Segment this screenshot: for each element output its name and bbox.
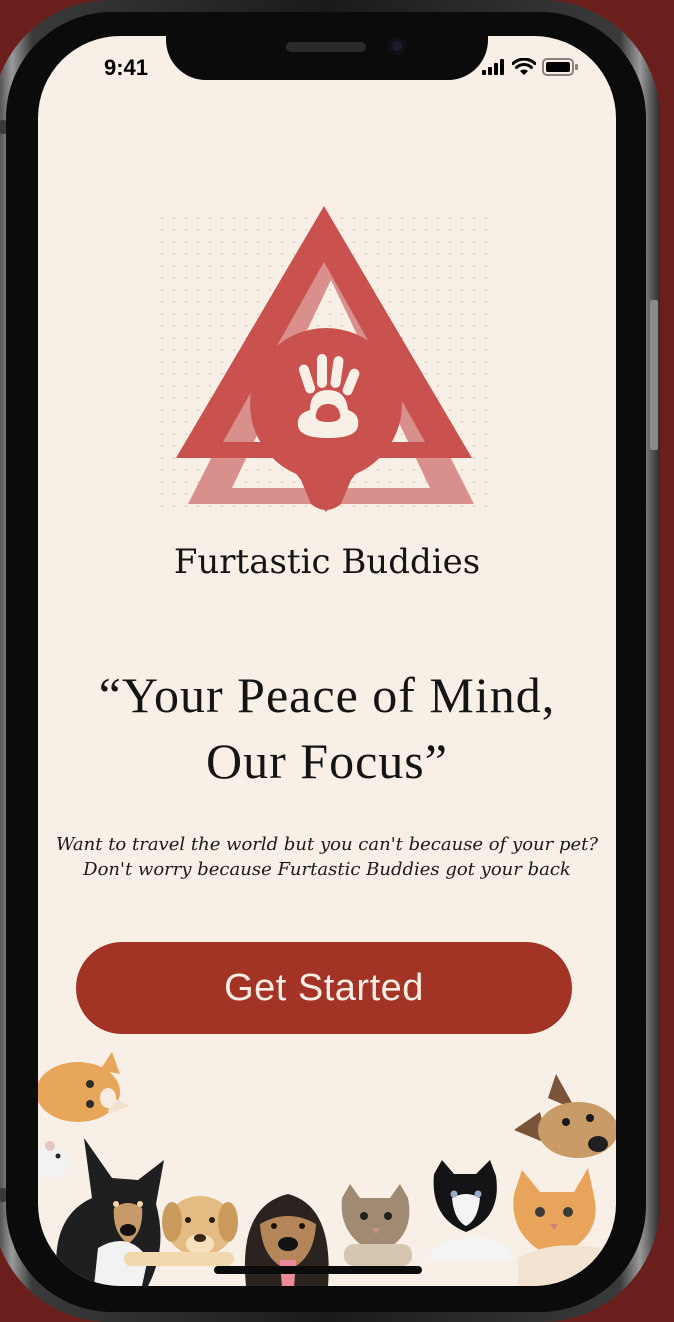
paw-pin-icon — [160, 206, 490, 512]
description: Want to travel the world but you can't b… — [38, 832, 616, 882]
kitten-icon — [341, 1184, 412, 1266]
power-button — [650, 300, 658, 450]
signal-icon — [482, 59, 504, 75]
description-line: Don't worry because Furtastic Buddies go… — [83, 859, 571, 880]
status-time: 9:41 — [104, 55, 149, 80]
notch — [166, 36, 488, 80]
pets-illustration — [38, 1052, 616, 1286]
brand-name: Furtastic Buddies — [173, 542, 481, 582]
brand-logo — [160, 204, 490, 514]
tagline-line: “Your Peace of Mind, — [98, 667, 556, 723]
speaker — [286, 42, 366, 52]
wifi-icon — [512, 58, 536, 75]
battery-icon — [542, 58, 578, 76]
hamster-icon — [38, 1141, 70, 1178]
kitten-icon — [426, 1160, 514, 1260]
tagline: “Your Peace of Mind, Our Focus” — [38, 662, 616, 794]
get-started-button[interactable]: Get Started — [76, 942, 572, 1034]
app-screen: 9:41 Furtastic Buddies “Your Peace of Mi… — [38, 36, 616, 1286]
dog-icon — [514, 1074, 616, 1158]
home-indicator — [214, 1266, 422, 1274]
status-icons — [482, 58, 578, 76]
description-line: Want to travel the world but you can't b… — [55, 834, 599, 855]
cat-icon — [38, 1052, 130, 1122]
side-button — [0, 120, 6, 134]
tagline-line: Our Focus” — [206, 733, 448, 789]
front-camera — [388, 37, 406, 55]
kitten-icon — [513, 1168, 616, 1286]
side-button — [0, 1188, 6, 1202]
